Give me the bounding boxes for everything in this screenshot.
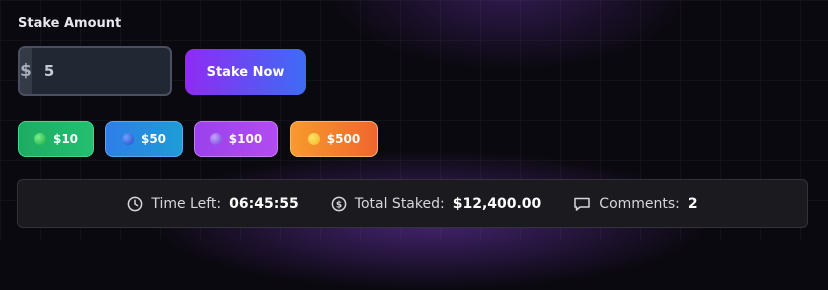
time-left-value: 06:45:55 — [229, 195, 299, 212]
comments-count: 2 — [687, 195, 698, 212]
svg-text:$: $ — [336, 200, 342, 210]
currency-symbol: $ — [20, 48, 32, 94]
comments-label: Comments: — [599, 195, 680, 212]
chip-50-button[interactable]: $50 — [105, 121, 183, 157]
total-staked-value: $12,400.00 — [452, 195, 542, 212]
chip-100-button[interactable]: $100 — [194, 121, 278, 157]
stake-amount-field[interactable]: $ — [18, 46, 172, 96]
stake-amount-input[interactable] — [31, 48, 170, 94]
chip-label: $100 — [228, 132, 263, 146]
stats-bar: Time Left: 06:45:55 $ Total Staked: $12,… — [17, 179, 808, 228]
chip-10-button[interactable]: $10 — [18, 121, 94, 157]
total-staked-label: Total Staked: — [354, 195, 445, 212]
clock-icon — [127, 196, 143, 211]
chip-label: $10 — [52, 132, 79, 146]
time-left-label: Time Left: — [151, 195, 222, 212]
comment-icon — [574, 197, 591, 211]
green-coin-icon — [33, 133, 46, 145]
chip-500-button[interactable]: $500 — [290, 121, 378, 157]
dollar-circle-icon: $ — [331, 196, 347, 211]
yellow-coin-icon — [307, 133, 320, 145]
background-glow-top — [330, 0, 690, 70]
comments-stat[interactable]: Comments: 2 — [573, 195, 698, 212]
chip-label: $500 — [326, 132, 361, 146]
total-staked-stat: $ Total Staked: $12,400.00 — [331, 195, 542, 212]
stake-amount-label: Stake Amount — [18, 16, 122, 31]
blue-coin-icon — [121, 133, 134, 145]
purple-coin-icon — [209, 133, 222, 145]
stake-now-button[interactable]: Stake Now — [185, 49, 306, 95]
chip-label: $50 — [140, 132, 167, 146]
time-left-stat: Time Left: 06:45:55 — [127, 195, 299, 212]
